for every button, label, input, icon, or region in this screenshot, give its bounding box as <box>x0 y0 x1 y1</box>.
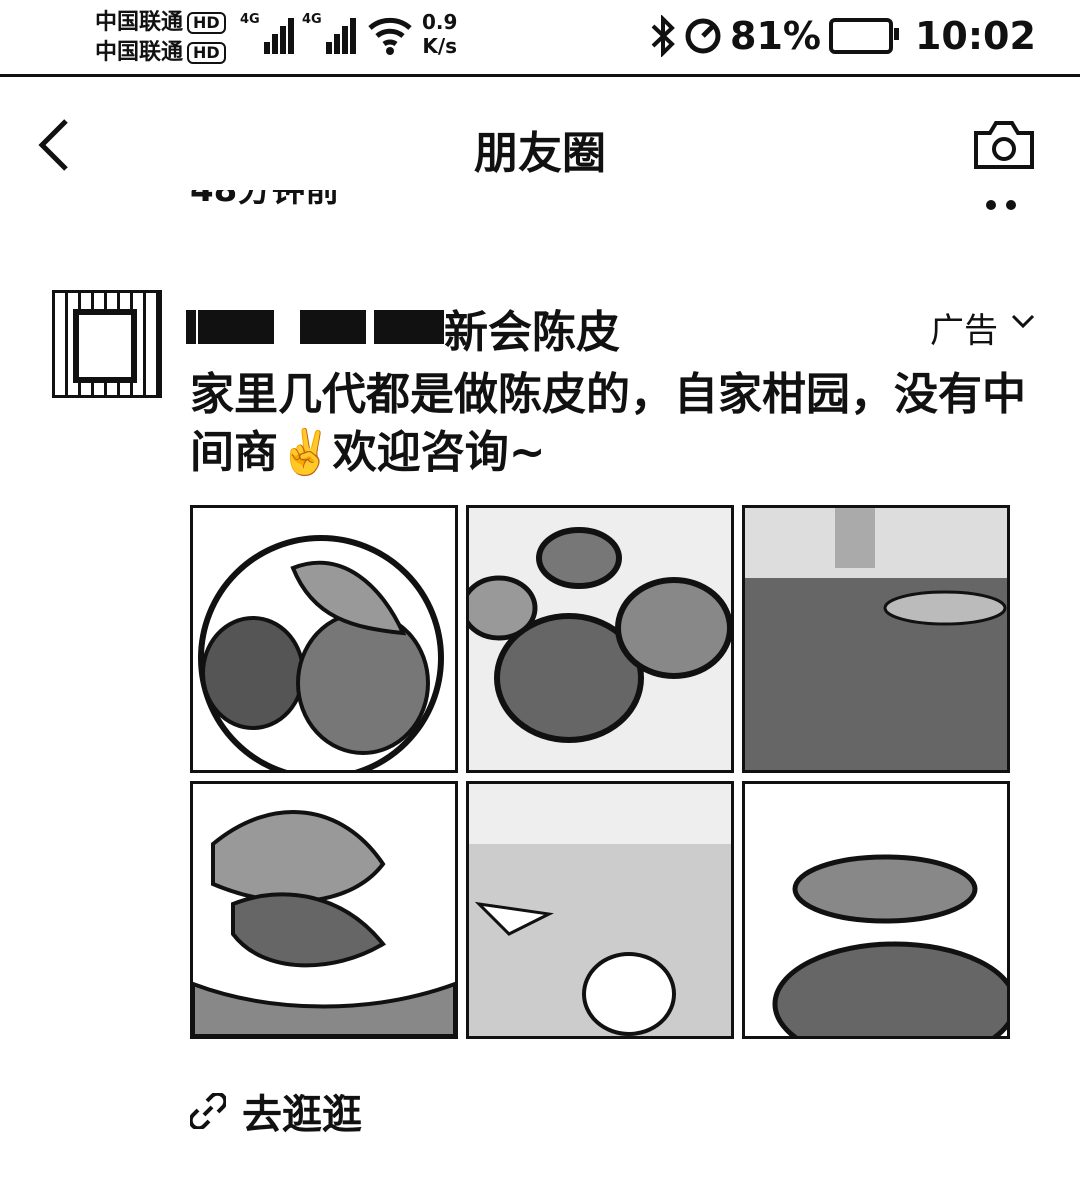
post-image-1[interactable] <box>190 505 458 773</box>
shop-link-label[interactable]: 去逛逛 <box>242 1082 362 1140</box>
image-grid <box>190 505 1010 1039</box>
shop-link[interactable]: 去逛逛 <box>190 1082 362 1140</box>
redaction-block <box>186 310 196 344</box>
clock: 10:02 <box>914 14 1036 58</box>
post-image-4[interactable] <box>190 781 458 1039</box>
avatar-inner <box>73 309 137 383</box>
network-speed: 0.9 K/s <box>422 10 458 58</box>
buckets-image <box>469 508 731 770</box>
camera-icon[interactable] <box>972 119 1036 171</box>
redaction-block <box>374 310 444 344</box>
chevron-down-icon[interactable] <box>1010 313 1036 331</box>
more-options-icon[interactable] <box>986 200 1016 210</box>
post-image-5[interactable] <box>466 781 734 1039</box>
status-right: 81% 10:02 <box>650 14 1036 58</box>
drying-ground-image <box>469 784 731 1036</box>
post-text: 家里几代都是做陈皮的，自家柑园，没有中间商✌️欢迎咨询~ <box>190 369 1026 478</box>
post-image-3[interactable] <box>742 505 1010 773</box>
avatar[interactable] <box>52 290 162 398</box>
bowls-image <box>745 784 1007 1036</box>
hd-badge-1: HD <box>187 12 226 34</box>
post-image-2[interactable] <box>466 505 734 773</box>
redaction-block <box>300 310 366 344</box>
nav-bar: 朋友圈 <box>0 77 1080 207</box>
previous-post-time: 48分钟前 <box>190 190 340 210</box>
battery-percent: 81% <box>730 14 821 58</box>
status-bar: 中国联通 HD 中国联通 HD 4G 4G 0.9 K/s 81% 10:02 <box>0 0 1080 77</box>
carrier-info: 中国联通 HD 中国联通 HD <box>95 8 226 68</box>
peel-closeup-image <box>193 784 455 1036</box>
carrier-name-1: 中国联通 <box>95 10 184 35</box>
signal-icon-2: 4G <box>302 12 356 54</box>
signal-icon-1: 4G <box>240 12 294 54</box>
redaction-block <box>198 310 274 344</box>
hd-badge-2: HD <box>187 42 226 64</box>
bluetooth-icon <box>651 15 675 57</box>
speed-mode-icon <box>685 18 721 54</box>
ad-label[interactable]: 广告 <box>930 303 998 352</box>
link-icon <box>190 1093 226 1129</box>
field-image <box>745 508 1007 770</box>
carrier-name-2: 中国联通 <box>95 40 184 65</box>
page-title: 朋友圈 <box>474 128 606 179</box>
wifi-icon <box>368 17 412 55</box>
poster-name[interactable]: 新会陈皮 <box>444 296 620 360</box>
plate-image <box>193 508 455 770</box>
post-image-6[interactable] <box>742 781 1010 1039</box>
battery-icon <box>828 18 899 54</box>
